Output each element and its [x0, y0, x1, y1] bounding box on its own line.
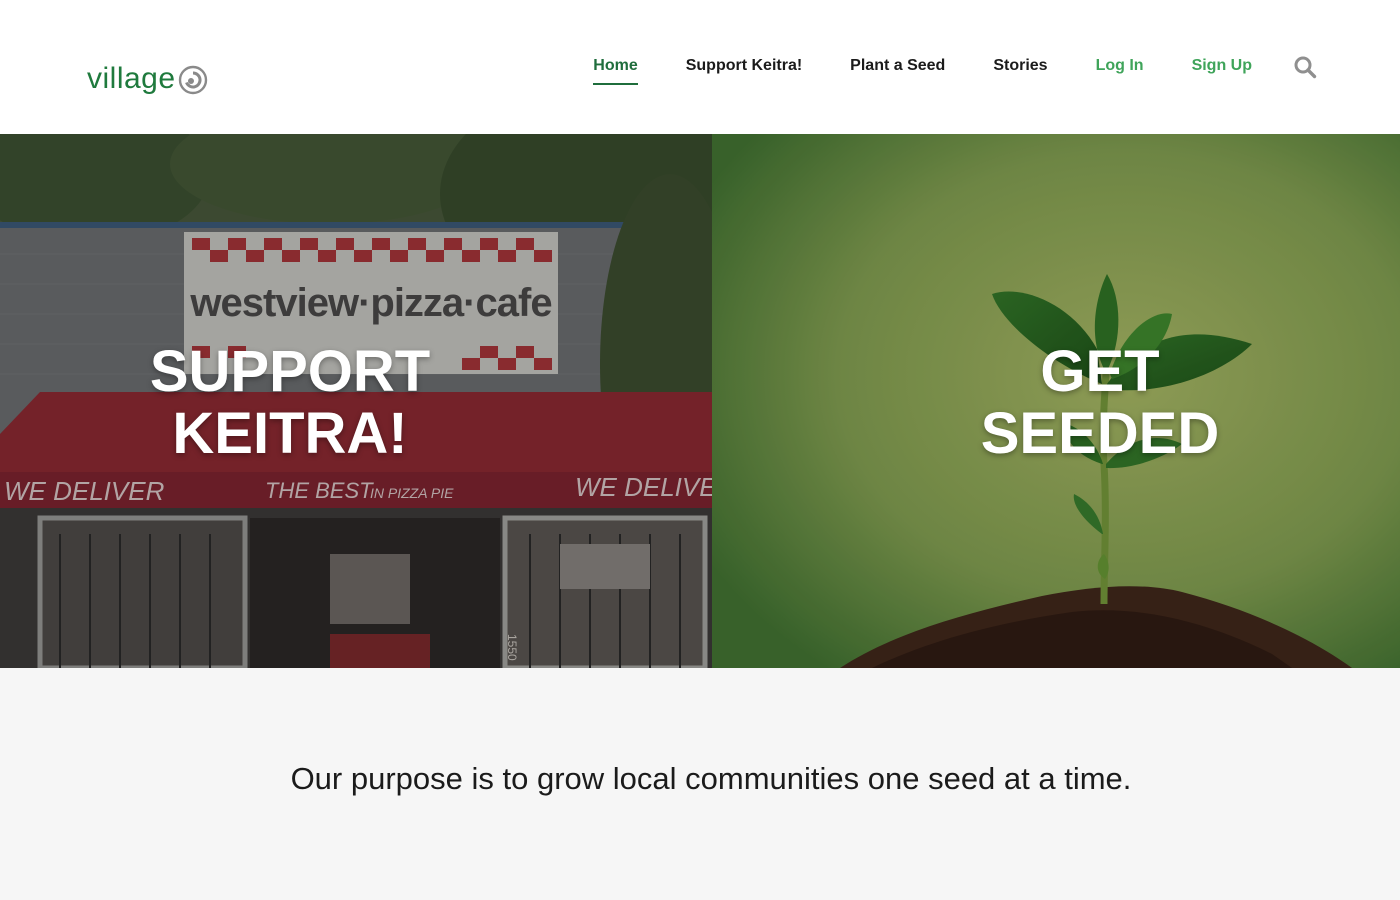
main-nav: Home Support Keitra! Plant a Seed Storie…	[545, 0, 1318, 134]
nav-home[interactable]: Home	[593, 56, 639, 85]
support-keitra-title-line1: SUPPORT	[149, 339, 431, 404]
site-header: village Home Support Keitra! Plant a See…	[0, 0, 1400, 134]
village-logo[interactable]: village	[87, 62, 208, 96]
purpose-statement: Our purpose is to grow local communities…	[290, 761, 1132, 796]
support-keitra-title-line2: KEITRA!	[172, 401, 408, 466]
nav-support-keitra[interactable]: Support Keitra!	[686, 56, 802, 78]
hero-section: westview·pizza·cafe WE DELIVER THE BEST …	[0, 134, 1400, 668]
support-keitra-panel[interactable]: westview·pizza·cafe WE DELIVER THE BEST …	[0, 134, 712, 668]
nav-plant-a-seed[interactable]: Plant a Seed	[850, 56, 945, 78]
nav-sign-up[interactable]: Sign Up	[1192, 56, 1252, 78]
get-seeded-title: GET SEEDED	[756, 341, 1400, 465]
support-keitra-title: SUPPORT KEITRA!	[0, 341, 646, 465]
get-seeded-title-line1: GET	[1040, 339, 1160, 404]
purpose-section: Our purpose is to grow local communities…	[0, 668, 1400, 900]
nav-log-in[interactable]: Log In	[1096, 56, 1144, 78]
get-seeded-panel[interactable]: GET SEEDED	[712, 134, 1400, 668]
nav-stories[interactable]: Stories	[993, 56, 1047, 78]
get-seeded-title-line2: SEEDED	[980, 401, 1220, 466]
logo-wordmark: village	[87, 62, 176, 95]
search-button[interactable]	[1292, 54, 1318, 80]
village-swirl-icon	[178, 65, 207, 95]
search-icon	[1294, 56, 1317, 79]
